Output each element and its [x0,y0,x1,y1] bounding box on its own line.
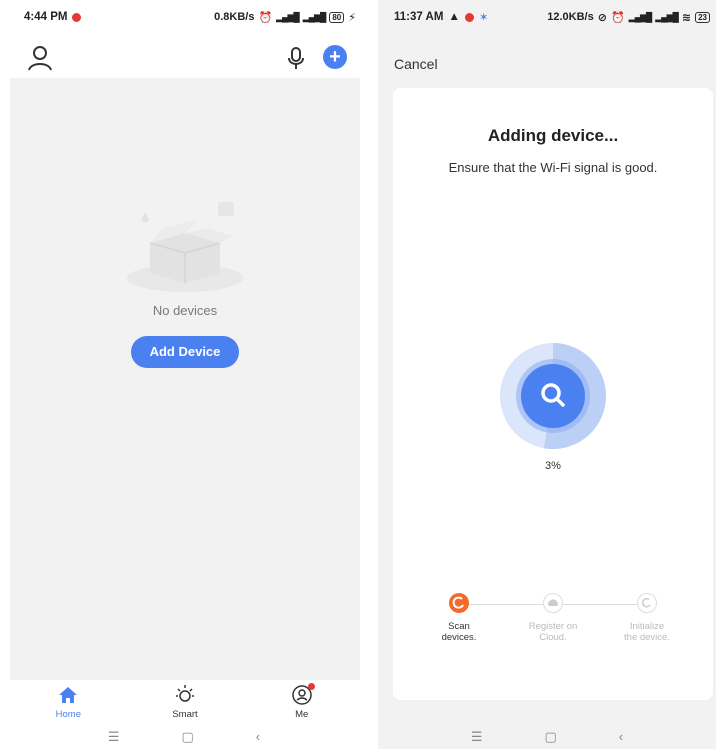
network-speed: 12.0KB/s [547,11,594,23]
app-icon: ✶ [478,12,489,24]
warning-icon: ▲ [448,11,460,23]
progress-ring [500,343,606,449]
adding-device-card: Adding device... Ensure that the Wi-Fi s… [393,88,713,700]
scan-icon [449,593,469,613]
top-bar: + [0,40,368,76]
home-square-icon[interactable]: ▢ [182,729,194,745]
step-scan: Scan devices. [424,593,494,643]
step-register-label: Register on Cloud. [528,621,578,643]
alarm-icon: ⏰ [610,11,625,24]
menu-icon[interactable]: ☰ [471,729,483,745]
battery-icon: 23 [695,11,710,23]
step-register: Register on Cloud. [518,593,588,643]
me-icon [291,683,315,706]
signal-icon: ▂▄▆█ [276,11,300,22]
system-nav-bar: ☰ ▢ ‹ [0,724,368,749]
page-title: Adding device... [487,126,619,145]
device-list-area: No devices Add Device [10,78,360,680]
empty-state-text: No devices [152,303,218,318]
system-nav-bar: ☰ ▢ ‹ [378,724,716,749]
user-icon[interactable] [27,44,53,72]
progress-percent: 3% [545,460,561,472]
step-initialize: Initialize the device. [612,593,682,643]
notification-badge [307,683,315,690]
status-bar: 11:37 AM ▲ ✶ 12.0KB/s ⊘ ⏰ ▂▄▆█ ▂▄▆█ ≋ 23 [378,0,716,34]
tab-home-label: Home [55,709,81,720]
cloud-icon [543,593,563,613]
back-icon[interactable]: ‹ [256,729,260,744]
status-time: 4:44 PM [24,11,68,23]
tab-home[interactable]: Home [10,680,127,724]
status-time: 11:37 AM [394,11,444,23]
tab-smart-label: Smart [172,709,198,720]
home-square-icon[interactable]: ▢ [545,729,557,745]
alarm-icon: ⏰ [258,11,273,24]
wifi-icon: ≋ [681,11,692,24]
bottom-tab-bar: Home Smart Me [10,680,360,724]
step-initialize-label: Initialize the device. [624,621,670,643]
initialize-icon [637,593,657,613]
status-bar: 4:44 PM 0.8KB/s ⏰ ▂▄▆█ ▂▄▆█ 80 ⚡ [0,0,368,34]
menu-icon[interactable]: ☰ [108,729,120,745]
page-subtitle: Ensure that the Wi-Fi signal is good. [448,160,658,175]
signal-icon-2: ▂▄▆█ [302,11,327,22]
microphone-icon[interactable] [285,46,307,70]
tab-me-label: Me [295,709,309,720]
add-device-button[interactable]: Add Device [131,336,239,368]
network-speed: 0.8KB/s [214,11,255,23]
sun-icon [176,685,194,702]
signal-icon-2: ▂▄▆█ [655,11,679,22]
battery-icon: 80 [329,11,345,23]
add-icon[interactable]: + [323,45,347,69]
back-icon[interactable]: ‹ [619,729,623,744]
step-scan-label: Scan devices. [441,621,477,643]
notification-icon [72,12,82,22]
cancel-button[interactable]: Cancel [394,56,438,72]
adding-device-screen: 11:37 AM ▲ ✶ 12.0KB/s ⊘ ⏰ ▂▄▆█ ▂▄▆█ ≋ 23… [378,0,716,749]
tab-me[interactable]: Me [243,680,360,724]
tab-smart[interactable]: Smart [127,680,244,724]
home-screen: 4:44 PM 0.8KB/s ⏰ ▂▄▆█ ▂▄▆█ 80 ⚡ + No de… [0,0,368,749]
signal-icon: ▂▄▆█ [628,11,653,22]
notification-icon [464,12,474,22]
mute-icon: ⊘ [597,11,607,24]
charging-icon: ⚡ [348,11,356,24]
home-icon [59,687,78,703]
empty-box-icon [127,202,243,292]
progress-steps: Scan devices. Register on Cloud. Initializ… [393,593,713,663]
